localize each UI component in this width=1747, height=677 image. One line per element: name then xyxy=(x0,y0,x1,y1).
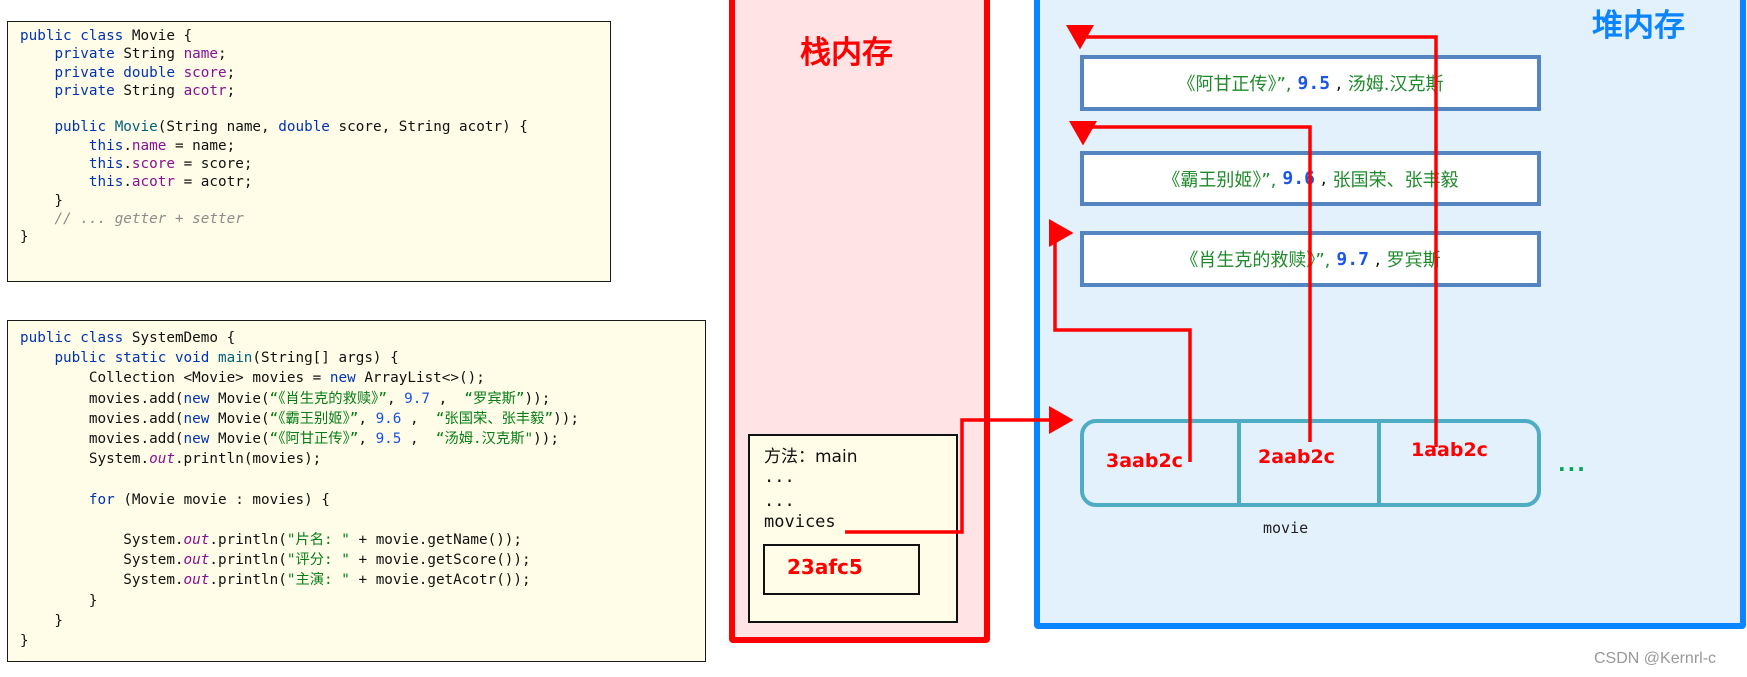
movie-class-code: public class Movie { private String name… xyxy=(20,27,528,247)
collection-divider xyxy=(1377,423,1381,503)
code-line: this.acotr = acotr; xyxy=(88,174,253,191)
method-label: 方法：main xyxy=(764,447,858,467)
variable-name: movices xyxy=(764,512,836,532)
code-line: System.out.println(movies); xyxy=(20,451,322,468)
movie-actor: 张国荣、张丰毅 xyxy=(1332,169,1459,191)
separator: , xyxy=(1320,168,1327,189)
frame-ellipsis-1: ... xyxy=(764,467,795,487)
code-line: for (Movie movie : movies) { xyxy=(88,491,330,508)
code-line: } xyxy=(20,592,98,609)
more-elements-ellipsis: ... xyxy=(1558,452,1587,476)
movie-class-code-box: public class Movie { private String name… xyxy=(7,21,611,282)
stack-memory-title: 栈内存 xyxy=(800,35,893,71)
movie-score: 9.7 xyxy=(1336,248,1369,270)
collection-ref-2: 2aab2c xyxy=(1258,446,1335,468)
watermark: CSDN @Kernrl-c xyxy=(1594,650,1717,667)
system-demo-code-box: public class SystemDemo { public static … xyxy=(7,320,706,662)
movie-actor: 汤姆.汉克斯 xyxy=(1347,74,1444,95)
movie-object-farewell-my-concubine: 《霸王别姬》”, 9.6 , 张国荣、张丰毅 xyxy=(1080,151,1541,206)
code-line: public class Movie { xyxy=(20,28,193,44)
code-line: System.out.println("主演: " + movie.getAco… xyxy=(20,572,531,589)
code-line: private String acotr; xyxy=(54,82,236,99)
variable-address-box: 23afc5 xyxy=(763,544,920,595)
frame-ellipsis-2: ... xyxy=(764,491,795,511)
code-line: public class SystemDemo { xyxy=(20,330,236,346)
code-line: movies.add(new Movie(“《肖生克的救赎》”, 9.7 , “… xyxy=(20,390,551,407)
code-line: Collection <Movie> movies = new ArrayLis… xyxy=(20,370,485,387)
code-line: movies.add(new Movie(“《阿甘正传》”, 9.5 , “汤姆… xyxy=(20,431,559,448)
code-line: private String name; xyxy=(54,46,227,63)
code-line: movies.add(new Movie(“《霸王别姬》”, 9.6 , “张国… xyxy=(20,410,579,427)
code-line: this.score = score; xyxy=(88,156,253,173)
separator: , xyxy=(1374,248,1381,270)
movie-name: 《霸王别姬》”, xyxy=(1162,169,1277,191)
code-line: // ... getter + setter xyxy=(54,210,244,227)
heap-memory-title: 堆内存 xyxy=(1592,8,1685,44)
code-line: } xyxy=(20,192,64,209)
movie-object-shawshank: 《肖生克的救赎》”, 9.7 , 罗宾斯 xyxy=(1080,231,1541,287)
separator: , xyxy=(1336,72,1342,94)
code-line: public Movie(String name, double score, … xyxy=(54,119,528,136)
code-line: private double score; xyxy=(54,64,236,81)
code-line: this.name = name; xyxy=(88,137,236,154)
collection-label: movie xyxy=(1263,519,1309,537)
variable-address: 23afc5 xyxy=(787,555,863,579)
movie-actor: 罗宾斯 xyxy=(1386,250,1441,271)
movie-score: 9.6 xyxy=(1282,168,1315,189)
code-line: } xyxy=(20,612,64,629)
collection-ref-1: 3aab2c xyxy=(1106,450,1183,472)
system-demo-code: public class SystemDemo { public static … xyxy=(20,328,579,651)
code-line: public static void main(String[] args) { xyxy=(54,350,399,367)
movie-score: 9.5 xyxy=(1297,72,1331,94)
code-line: System.out.println("评分: " + movie.getSco… xyxy=(20,552,531,569)
code-line: System.out.println("片名: " + movie.getNam… xyxy=(20,532,523,549)
collection-divider xyxy=(1237,423,1241,503)
code-line: } xyxy=(20,229,29,246)
movie-name: 《阿甘正传》”, xyxy=(1177,74,1292,95)
code-line: } xyxy=(20,633,29,650)
movie-object-forrest-gump: 《阿甘正传》”, 9.5 , 汤姆.汉克斯 xyxy=(1080,55,1541,111)
movie-name: 《肖生克的救赎》”, xyxy=(1180,250,1331,271)
collection-ref-3: 1aab2c xyxy=(1411,439,1488,461)
